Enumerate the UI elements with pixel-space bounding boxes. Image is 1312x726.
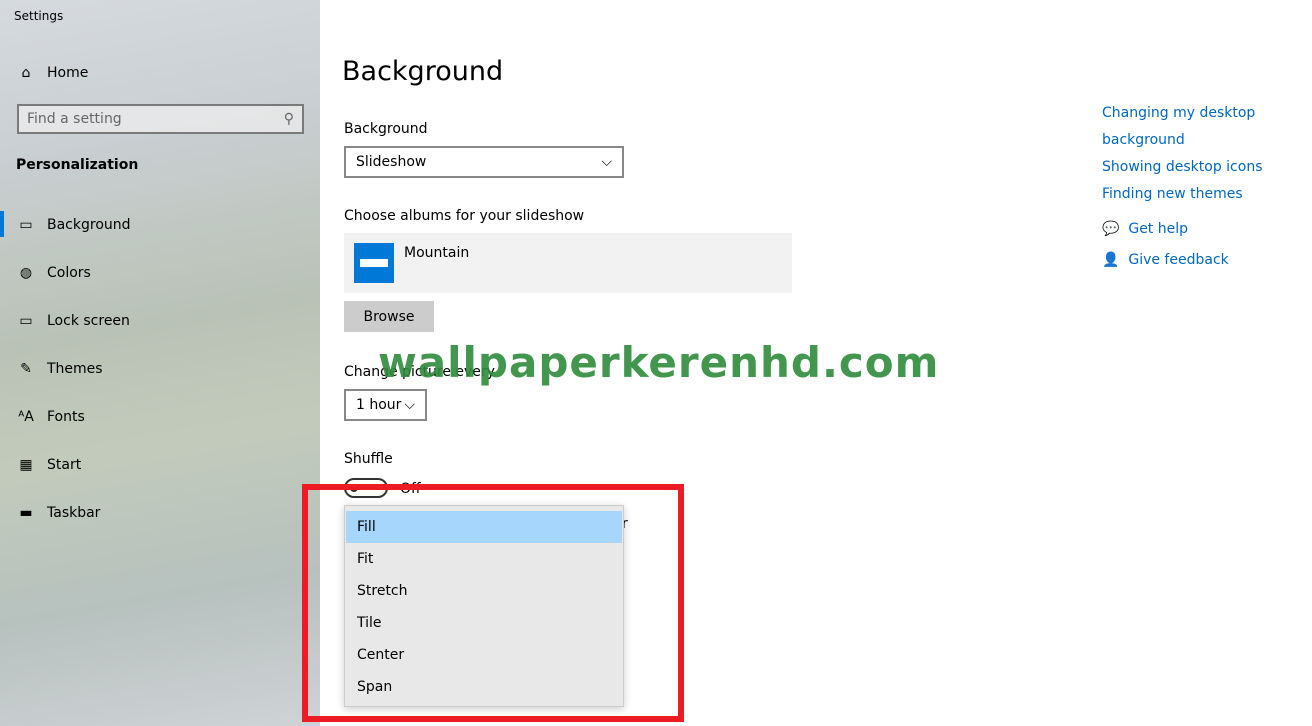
- give-feedback-link[interactable]: 👤 Give feedback: [1102, 252, 1229, 268]
- sidebar-item-themes[interactable]: ✎ Themes: [0, 349, 320, 389]
- search-icon: ⚲: [283, 111, 294, 127]
- link-change-background[interactable]: Changing my desktop background: [1102, 100, 1312, 154]
- dropdown-value: 1 hour: [356, 397, 402, 413]
- albums-label: Choose albums for your slideshow: [344, 208, 585, 224]
- palette-icon: ◍: [19, 265, 33, 281]
- help-icon: 💬: [1102, 221, 1120, 237]
- label: Get help: [1128, 221, 1189, 237]
- related-links: Changing my desktop background Showing d…: [1102, 100, 1312, 208]
- window-title: Settings: [14, 9, 64, 23]
- label: Taskbar: [47, 505, 101, 521]
- search-input[interactable]: Find a setting ⚲: [17, 104, 304, 134]
- link-desktop-icons[interactable]: Showing desktop icons: [1102, 154, 1312, 181]
- home-link[interactable]: ⌂ Home: [0, 53, 320, 93]
- label: Lock screen: [47, 313, 130, 329]
- option-center[interactable]: Center: [346, 639, 622, 671]
- chevron-down-icon: ⌵: [601, 154, 612, 170]
- dropdown-value: Slideshow: [356, 154, 427, 170]
- taskbar-icon: ▬: [19, 505, 33, 521]
- album-item[interactable]: Mountain: [344, 233, 792, 293]
- sidebar-item-fonts[interactable]: ᴬA Fonts: [0, 397, 320, 437]
- themes-icon: ✎: [20, 361, 32, 377]
- sidebar-item-lock-screen[interactable]: ▭ Lock screen: [0, 301, 320, 341]
- album-folder-icon: [354, 243, 394, 283]
- watermark: wallpaperkerenhd.com: [378, 338, 940, 387]
- sidebar-item-taskbar[interactable]: ▬ Taskbar: [0, 493, 320, 533]
- search-placeholder: Find a setting: [27, 111, 122, 127]
- option-span[interactable]: Span: [346, 671, 622, 703]
- background-label: Background: [344, 121, 428, 137]
- home-label: Home: [47, 65, 89, 81]
- label: Themes: [47, 361, 103, 377]
- option-fit[interactable]: Fit: [346, 543, 622, 575]
- sidebar-item-background[interactable]: ▭ Background: [0, 205, 320, 245]
- sidebar-item-start[interactable]: ▦ Start: [0, 445, 320, 485]
- label: Give feedback: [1128, 252, 1229, 268]
- get-help-link[interactable]: 💬 Get help: [1102, 221, 1188, 237]
- browse-button[interactable]: Browse: [344, 301, 434, 332]
- shuffle-label: Shuffle: [344, 451, 393, 467]
- section-heading: Personalization: [16, 157, 139, 173]
- page-title: Background: [342, 56, 504, 87]
- fonts-icon: ᴬA: [18, 409, 34, 425]
- image-icon: ▭: [19, 217, 33, 233]
- option-tile[interactable]: Tile: [346, 607, 622, 639]
- home-icon: ⌂: [21, 65, 31, 81]
- label: Fonts: [47, 409, 85, 425]
- start-icon: ▦: [19, 457, 33, 473]
- fit-dropdown-menu[interactable]: Fill Fit Stretch Tile Center Span: [344, 505, 624, 707]
- lock-screen-icon: ▭: [19, 313, 33, 329]
- background-dropdown[interactable]: Slideshow ⌵: [344, 146, 624, 178]
- label: Colors: [47, 265, 91, 281]
- album-name: Mountain: [404, 245, 470, 261]
- label: Background: [47, 217, 131, 233]
- link-new-themes[interactable]: Finding new themes: [1102, 181, 1312, 208]
- sidebar-item-colors[interactable]: ◍ Colors: [0, 253, 320, 293]
- option-fill[interactable]: Fill: [346, 511, 622, 543]
- sidebar: Settings ⌂ Home Find a setting ⚲ Personali…: [0, 0, 320, 726]
- interval-dropdown[interactable]: 1 hour ⌵: [344, 389, 427, 421]
- label: Start: [47, 457, 82, 473]
- option-stretch[interactable]: Stretch: [346, 575, 622, 607]
- feedback-icon: 👤: [1102, 252, 1120, 268]
- chevron-down-icon: ⌵: [404, 397, 415, 413]
